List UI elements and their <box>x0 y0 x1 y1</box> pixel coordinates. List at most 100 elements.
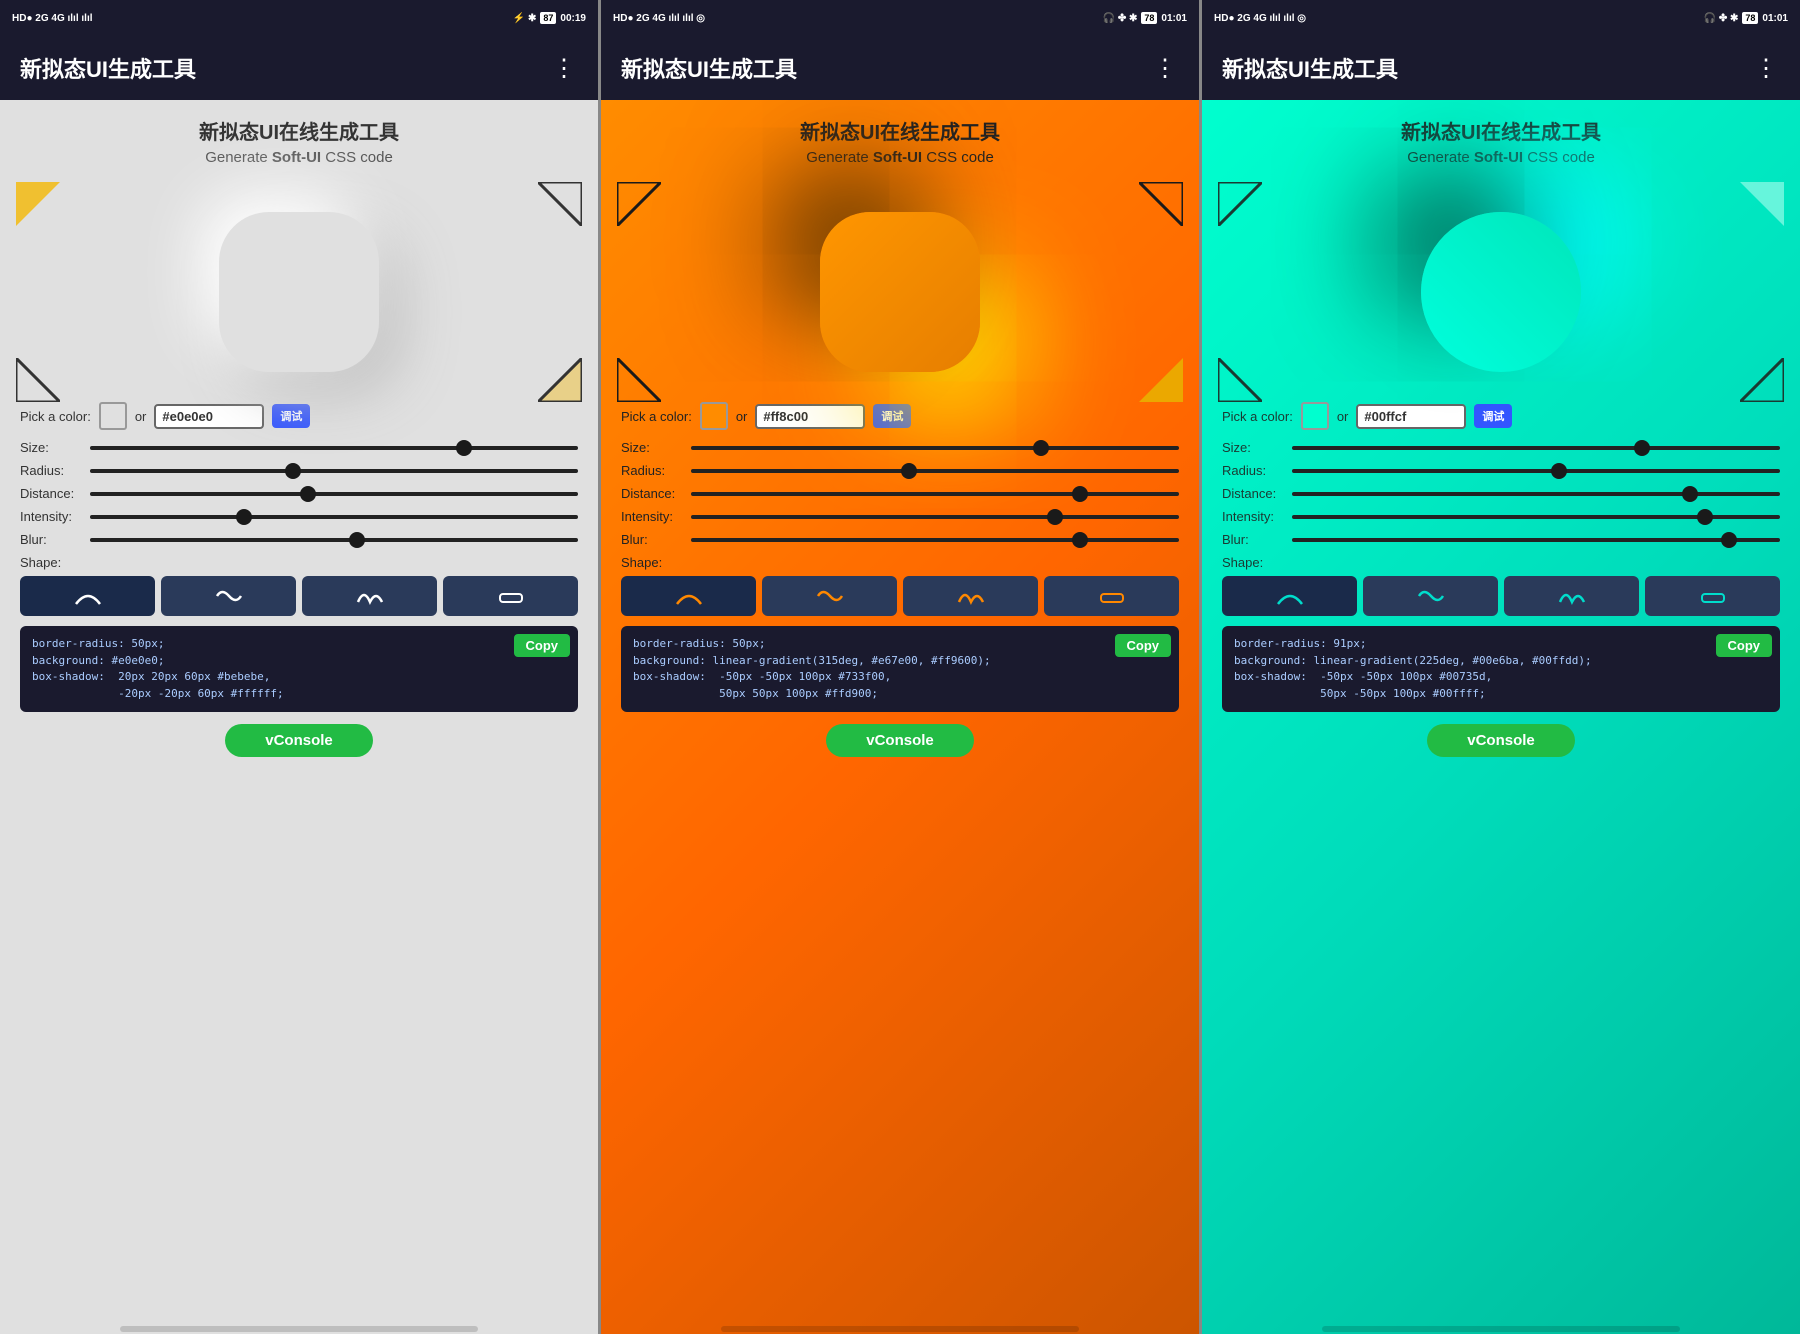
slider-track-blur-1[interactable] <box>90 538 578 542</box>
heading-en-suffix-1: CSS code <box>321 149 393 166</box>
shape-btn-1-4[interactable] <box>443 576 578 616</box>
color-input-2[interactable]: #ff8c00 <box>755 404 865 429</box>
shape-btn-3-3[interactable] <box>1504 576 1639 616</box>
shape-btn-1-3[interactable] <box>302 576 437 616</box>
app-bar-2: 新拟态UI生成工具 ⋮ <box>601 36 1199 100</box>
slider-radius-2: Radius: <box>621 463 1179 478</box>
slider-track-intensity-1[interactable] <box>90 515 578 519</box>
shape-btn-3-4[interactable] <box>1645 576 1780 616</box>
vconsole-btn-1[interactable]: vConsole <box>225 724 373 757</box>
neu-preview-1 <box>219 212 379 372</box>
slider-thumb-radius-1[interactable] <box>285 463 301 479</box>
slider-thumb-blur-2[interactable] <box>1072 532 1088 548</box>
slider-thumb-intensity-2[interactable] <box>1047 509 1063 525</box>
slider-thumb-blur-1[interactable] <box>349 532 365 548</box>
slider-thumb-intensity-1[interactable] <box>236 509 252 525</box>
battery-1: 87 <box>540 12 556 24</box>
slider-thumb-blur-3[interactable] <box>1721 532 1737 548</box>
slider-track-blur-2[interactable] <box>691 538 1179 542</box>
slider-thumb-size-1[interactable] <box>456 440 472 456</box>
slider-label-radius-1: Radius: <box>20 463 90 478</box>
preview-area-1 <box>16 182 582 402</box>
copy-btn-2[interactable]: Copy <box>1115 634 1172 657</box>
color-input-1[interactable]: #e0e0e0 <box>154 404 264 429</box>
vconsole-row-3: vConsole <box>1222 720 1780 757</box>
code-text-1: border-radius: 50px; background: #e0e0e0… <box>32 636 566 702</box>
shape-buttons-1 <box>20 576 578 616</box>
content-inner-3: 新拟态UI在线生成工具 Generate Soft-UI CSS code <box>1202 100 1800 1324</box>
slider-thumb-radius-3[interactable] <box>1551 463 1567 479</box>
slider-track-size-3[interactable] <box>1292 446 1780 450</box>
slider-track-blur-3[interactable] <box>1292 538 1780 542</box>
preview-area-3 <box>1218 182 1784 402</box>
slider-thumb-distance-3[interactable] <box>1682 486 1698 502</box>
slider-track-distance-1[interactable] <box>90 492 578 496</box>
slider-thumb-radius-2[interactable] <box>901 463 917 479</box>
slider-intensity-2: Intensity: <box>621 509 1179 524</box>
color-swatch-3[interactable] <box>1301 402 1329 430</box>
color-label-1: Pick a color: <box>20 409 91 424</box>
shape-label-1: Shape: <box>20 555 578 570</box>
shape-btn-1-1[interactable] <box>20 576 155 616</box>
slider-label-blur-2: Blur: <box>621 532 691 547</box>
status-left-1: HD● 2G 4G ılıl ılıl <box>12 13 93 24</box>
slider-distance-1: Distance: <box>20 486 578 501</box>
app-title-2: 新拟态UI生成工具 <box>621 52 797 84</box>
shape-btn-3-1[interactable] <box>1222 576 1357 616</box>
slider-thumb-size-2[interactable] <box>1033 440 1049 456</box>
slider-label-size-2: Size: <box>621 440 691 455</box>
slider-size-1: Size: <box>20 440 578 455</box>
color-row-3: Pick a color: or #00ffcf 调试 <box>1222 402 1780 430</box>
menu-dots-3[interactable]: ⋮ <box>1754 54 1780 83</box>
slider-thumb-distance-1[interactable] <box>300 486 316 502</box>
app-bar-3: 新拟态UI生成工具 ⋮ <box>1202 36 1800 100</box>
slider-track-distance-2[interactable] <box>691 492 1179 496</box>
shape-buttons-2 <box>621 576 1179 616</box>
shape-btn-3-2[interactable] <box>1363 576 1498 616</box>
slider-track-distance-3[interactable] <box>1292 492 1780 496</box>
neu-preview-2 <box>820 212 980 372</box>
slider-thumb-distance-2[interactable] <box>1072 486 1088 502</box>
slider-thumb-intensity-3[interactable] <box>1697 509 1713 525</box>
slider-blur-3: Blur: <box>1222 532 1780 547</box>
slider-track-intensity-2[interactable] <box>691 515 1179 519</box>
shape-btn-2-3[interactable] <box>903 576 1038 616</box>
shape-label-3: Shape: <box>1222 555 1780 570</box>
debug-btn-3[interactable]: 调试 <box>1474 404 1512 428</box>
slider-label-size-1: Size: <box>20 440 90 455</box>
slider-track-intensity-3[interactable] <box>1292 515 1780 519</box>
shape-btn-2-2[interactable] <box>762 576 897 616</box>
slider-track-radius-2[interactable] <box>691 469 1179 473</box>
vconsole-btn-3[interactable]: vConsole <box>1427 724 1575 757</box>
status-bar-1: HD● 2G 4G ılıl ılıl ⚡ ✱ 87 00:19 <box>0 0 598 36</box>
color-swatch-1[interactable] <box>99 402 127 430</box>
debug-btn-1[interactable]: 调试 <box>272 404 310 428</box>
copy-btn-3[interactable]: Copy <box>1716 634 1773 657</box>
corner-bl-2 <box>617 358 661 402</box>
copy-btn-1[interactable]: Copy <box>514 634 571 657</box>
slider-label-intensity-2: Intensity: <box>621 509 691 524</box>
vconsole-btn-2[interactable]: vConsole <box>826 724 974 757</box>
shape-btn-1-2[interactable] <box>161 576 296 616</box>
app-title-1: 新拟态UI生成工具 <box>20 52 196 84</box>
shape-btn-2-4[interactable] <box>1044 576 1179 616</box>
scroll-bar-2 <box>721 1326 1080 1332</box>
slider-track-radius-3[interactable] <box>1292 469 1780 473</box>
color-input-3[interactable]: #00ffcf <box>1356 404 1466 429</box>
slider-distance-3: Distance: <box>1222 486 1780 501</box>
slider-label-radius-2: Radius: <box>621 463 691 478</box>
slider-track-size-1[interactable] <box>90 446 578 450</box>
slider-track-size-2[interactable] <box>691 446 1179 450</box>
slider-radius-1: Radius: <box>20 463 578 478</box>
slider-thumb-size-3[interactable] <box>1634 440 1650 456</box>
shape-btn-2-1[interactable] <box>621 576 756 616</box>
slider-size-3: Size: <box>1222 440 1780 455</box>
color-swatch-2[interactable] <box>700 402 728 430</box>
menu-dots-1[interactable]: ⋮ <box>552 54 578 83</box>
menu-dots-2[interactable]: ⋮ <box>1153 54 1179 83</box>
color-label-3: Pick a color: <box>1222 409 1293 424</box>
debug-btn-2[interactable]: 调试 <box>873 404 911 428</box>
slider-track-radius-1[interactable] <box>90 469 578 473</box>
heading-zh-1: 新拟态UI在线生成工具 <box>199 116 399 145</box>
slider-label-intensity-1: Intensity: <box>20 509 90 524</box>
